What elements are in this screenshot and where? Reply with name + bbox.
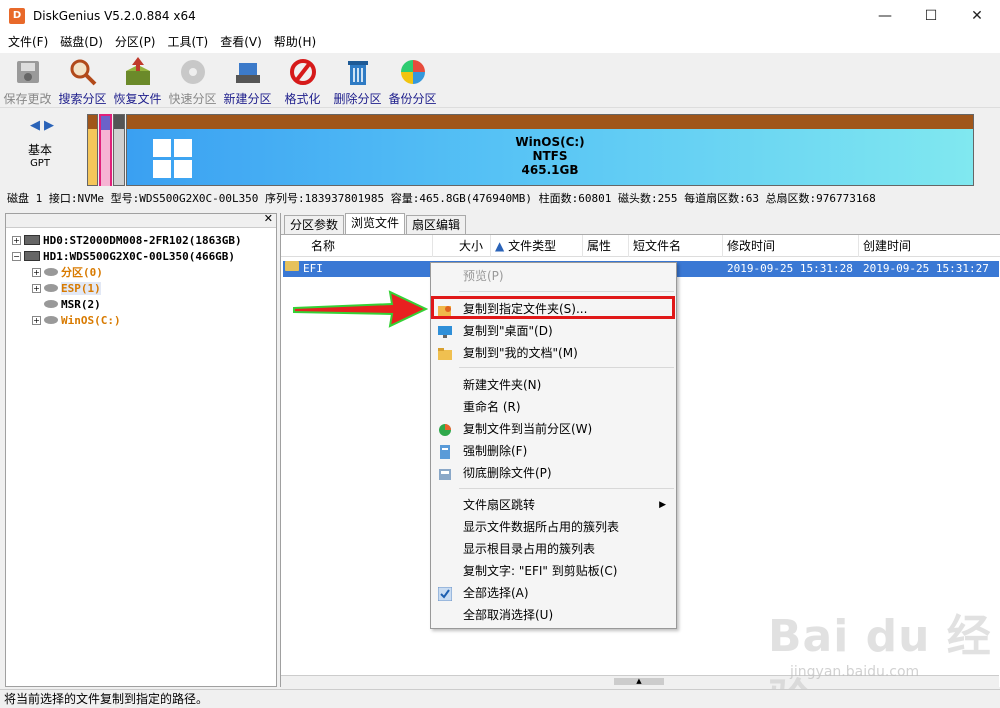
recover-files-button[interactable]: 恢复文件	[110, 53, 165, 107]
menu-copy-text[interactable]: 复制文字: "EFI" 到剪贴板(C)	[431, 560, 676, 582]
partition-icon	[44, 284, 58, 292]
hard-disk-icon	[24, 235, 40, 245]
documents-folder-icon	[438, 346, 452, 360]
disk-nav-arrows[interactable]: ◀▶	[30, 118, 58, 133]
expand-icon[interactable]: +	[32, 283, 41, 293]
menu-copy-to-desktop[interactable]: 复制到"桌面"(D)	[431, 320, 676, 342]
tree-item-hd0[interactable]: + HD0:ST2000DM008-2FR102(1863GB)	[12, 232, 242, 248]
tree-item-msr[interactable]: MSR(2)	[44, 296, 101, 312]
format-button[interactable]: 格式化	[275, 53, 330, 107]
column-attr[interactable]: 属性	[583, 235, 629, 257]
menu-view[interactable]: 查看(V)	[214, 31, 268, 53]
menu-shred-delete[interactable]: 彻底删除文件(P)	[431, 462, 676, 484]
expand-icon[interactable]: +	[32, 267, 41, 277]
magnifier-icon	[67, 56, 99, 88]
menu-select-all[interactable]: 全部选择(A)	[431, 582, 676, 604]
column-modified[interactable]: 修改时间	[723, 235, 859, 257]
partition-block-0[interactable]	[87, 114, 98, 186]
menu-copy-to-documents[interactable]: 复制到"我的文档"(M)	[431, 342, 676, 364]
next-disk-icon[interactable]: ▶	[44, 118, 58, 133]
new-partition-icon	[232, 56, 264, 88]
menu-copy-to-current-partition[interactable]: 复制文件到当前分区(W)	[431, 418, 676, 440]
tab-browse-files[interactable]: 浏览文件	[345, 213, 406, 234]
menu-show-root-clusters[interactable]: 显示根目录占用的簇列表	[431, 538, 676, 560]
menu-rename[interactable]: 重命名 (R)	[431, 396, 676, 418]
menu-preview[interactable]: 预览(P)	[431, 265, 676, 287]
column-size[interactable]: 大小	[433, 235, 491, 257]
menu-new-folder[interactable]: 新建文件夹(N)	[431, 374, 676, 396]
window-title: DiskGenius V5.2.0.884 x64	[33, 8, 196, 23]
partition-block-msr[interactable]	[113, 114, 125, 186]
shred-icon	[438, 466, 452, 480]
tree-item-esp[interactable]: + ESP(1)	[32, 280, 101, 296]
desktop-icon	[438, 324, 452, 338]
check-icon	[437, 586, 453, 602]
column-name[interactable]: 名称	[281, 235, 433, 257]
partition-block-esp[interactable]	[99, 114, 112, 186]
collapse-icon[interactable]: −	[12, 251, 21, 261]
menu-help[interactable]: 帮助(H)	[268, 31, 322, 53]
recover-box-icon	[122, 56, 154, 88]
tab-partition-params[interactable]: 分区参数	[284, 215, 345, 234]
menu-bar: 文件(F) 磁盘(D) 分区(P) 工具(T) 查看(V) 帮助(H)	[0, 31, 1000, 53]
close-panel-icon[interactable]: ✕	[264, 212, 273, 225]
tree-item-partition-0[interactable]: + 分区(0)	[32, 264, 103, 280]
baidu-watermark-url: jingyan.baidu.com	[790, 664, 920, 680]
disk-tree-panel: ✕ + HD0:ST2000DM008-2FR102(1863GB) − HD1:W…	[5, 212, 277, 687]
column-short-name[interactable]: 短文件名	[629, 235, 723, 257]
minimize-button[interactable]: —	[862, 0, 908, 31]
tree-item-winos[interactable]: + WinOS(C:)	[32, 312, 121, 328]
maximize-button[interactable]: ☐	[908, 0, 954, 31]
pie-icon	[438, 422, 452, 436]
toolbar: 保存更改 搜索分区 恢复文件 快速分区 新建分区 格式化 删除分区 备份分区	[0, 53, 1000, 108]
column-type[interactable]: ▲ 文件类型	[491, 235, 583, 257]
column-created[interactable]: 创建时间	[859, 235, 999, 257]
save-changes-button[interactable]: 保存更改	[0, 53, 55, 107]
submenu-arrow-icon: ▶	[659, 500, 666, 510]
expand-icon[interactable]: +	[12, 235, 21, 245]
backup-icon	[397, 56, 429, 88]
scroll-thumb[interactable]: ▲	[614, 678, 664, 685]
partition-icon	[44, 300, 58, 308]
close-button[interactable]: ✕	[954, 0, 1000, 31]
partition-icon	[44, 268, 58, 276]
disk-map: ◀▶ 基本 GPT WinOS(C:) NTFS 465.1GB	[0, 108, 1000, 189]
menu-disk[interactable]: 磁盘(D)	[54, 31, 109, 53]
save-disk-icon	[12, 56, 44, 88]
app-logo-icon: D	[9, 7, 25, 24]
new-partition-button[interactable]: 新建分区	[220, 53, 275, 107]
menu-show-file-clusters[interactable]: 显示文件数据所占用的簇列表	[431, 516, 676, 538]
disk-type: 基本 GPT	[28, 143, 53, 170]
trash-icon	[342, 56, 374, 88]
expand-icon[interactable]: +	[32, 315, 41, 325]
format-icon	[287, 56, 319, 88]
menu-sector-jump[interactable]: 文件扇区跳转 ▶	[431, 494, 676, 516]
search-partition-button[interactable]: 搜索分区	[55, 53, 110, 107]
disk-info-line: 磁盘 1 接口:NVMe 型号:WDS500G2X0C-00L350 序列号:1…	[0, 189, 1000, 209]
highlight-box	[431, 296, 675, 319]
sort-arrow-icon: ▲	[495, 239, 505, 253]
menu-file[interactable]: 文件(F)	[2, 31, 54, 53]
menu-tools[interactable]: 工具(T)	[162, 31, 215, 53]
menu-partition[interactable]: 分区(P)	[109, 31, 162, 53]
menu-force-delete[interactable]: 强制删除(F)	[431, 440, 676, 462]
status-bar: 将当前选择的文件复制到指定的路径。	[0, 689, 1000, 708]
menu-deselect-all[interactable]: 全部取消选择(U)	[431, 604, 676, 626]
partition-label: WinOS(C:) NTFS 465.1GB	[515, 135, 585, 177]
quick-partition-icon	[177, 56, 209, 88]
prev-disk-icon[interactable]: ◀	[30, 118, 44, 133]
delete-partition-button[interactable]: 删除分区	[330, 53, 385, 107]
partition-icon	[44, 316, 58, 324]
backup-partition-button[interactable]: 备份分区	[385, 53, 440, 107]
folder-icon	[285, 261, 299, 271]
green-arrow-annotation	[292, 290, 429, 333]
force-delete-icon	[438, 444, 452, 459]
hard-disk-icon	[24, 251, 40, 261]
tab-sector-edit[interactable]: 扇区编辑	[406, 215, 467, 234]
title-bar: D DiskGenius V5.2.0.884 x64 — ☐ ✕	[0, 0, 1000, 31]
tree-item-hd1[interactable]: − HD1:WDS500G2X0C-00L350(466GB)	[12, 248, 235, 264]
column-headers: 名称 大小 ▲ 文件类型 属性 短文件名 修改时间 创建时间	[281, 235, 1000, 257]
quick-partition-button[interactable]: 快速分区	[165, 53, 220, 107]
